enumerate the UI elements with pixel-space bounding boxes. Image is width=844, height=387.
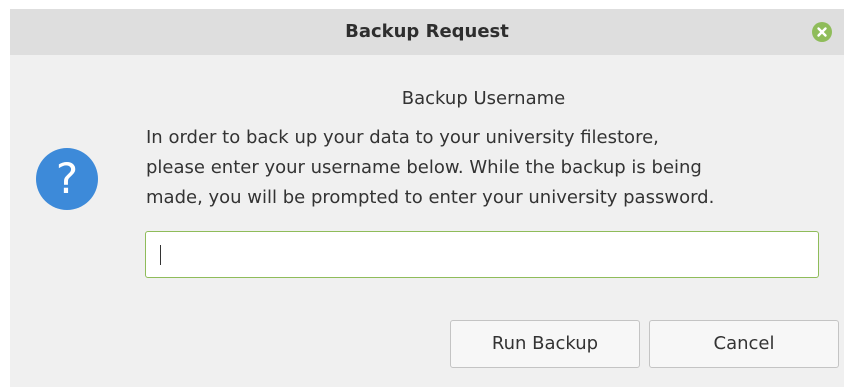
question-icon: ? (36, 148, 98, 210)
text-cursor (160, 245, 161, 265)
window-title: Backup Request (345, 21, 509, 42)
dialog-window: Backup Request ? Backup Username In orde… (10, 9, 844, 387)
run-backup-button[interactable]: Run Backup (450, 320, 640, 368)
dialog-message: In order to back up your data to your un… (146, 127, 715, 208)
close-icon (817, 27, 827, 37)
dialog-heading: Backup Username (401, 88, 566, 109)
titlebar: Backup Request (10, 9, 844, 55)
cancel-button[interactable]: Cancel (649, 320, 839, 368)
close-button[interactable] (812, 22, 832, 42)
username-input[interactable] (145, 231, 819, 278)
